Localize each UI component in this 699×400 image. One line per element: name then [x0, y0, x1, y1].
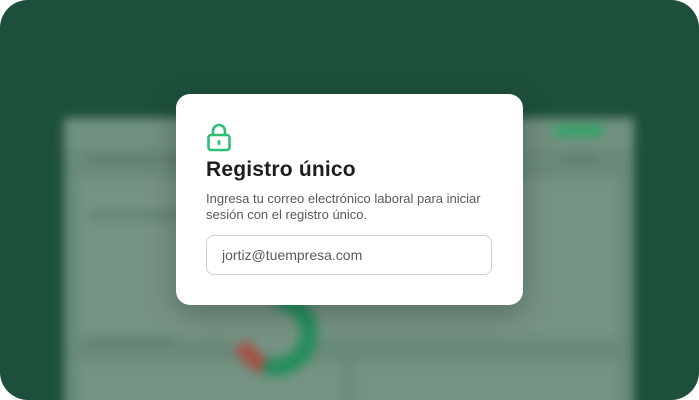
modal-description: Ingresa tu correo electrónico laboral pa… [206, 191, 481, 222]
lock-icon [207, 123, 231, 152]
backdrop: Registro único Ingresa tu correo electró… [0, 0, 699, 400]
modal-title: Registro único [206, 158, 356, 181]
email-field[interactable] [206, 235, 492, 275]
